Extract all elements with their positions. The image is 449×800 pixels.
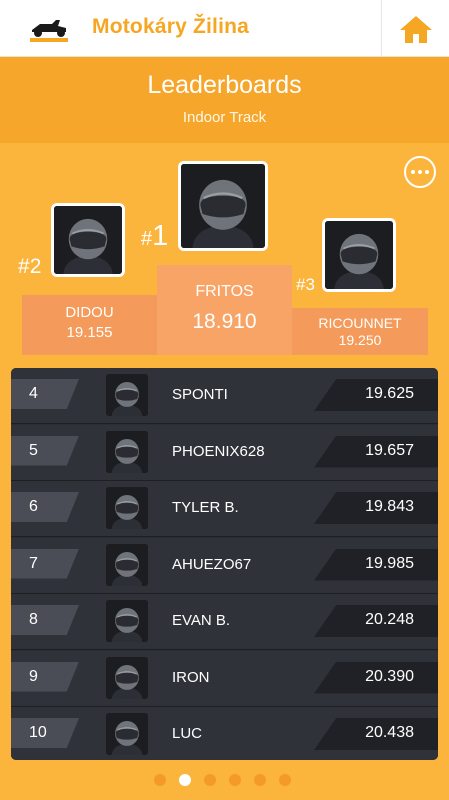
- row-rank: 6: [29, 498, 38, 515]
- row-avatar[interactable]: [106, 600, 148, 642]
- podium-block-1: FRITOS 18.910: [157, 265, 292, 355]
- helmet-avatar-icon: [106, 656, 148, 699]
- row-avatar[interactable]: [106, 713, 148, 755]
- rank-number: 2: [29, 255, 42, 278]
- table-row[interactable]: 7 AHUEZO67 19.985: [11, 537, 438, 594]
- rank-tag: [11, 379, 79, 409]
- rank-tag: [11, 661, 79, 692]
- rank-hash: #: [18, 255, 30, 278]
- row-driver-name: LUC: [172, 725, 203, 742]
- row-lap-time: 19.657: [365, 441, 414, 459]
- row-rank: 7: [29, 554, 38, 572]
- page-dot[interactable]: [154, 774, 166, 786]
- table-row[interactable]: 6 TYLER B. 19.843: [11, 481, 438, 537]
- podium-name-2: DIDOU: [65, 304, 114, 321]
- podium-name-1: FRITOS: [195, 283, 254, 300]
- more-dot: [425, 170, 429, 174]
- row-avatar[interactable]: [106, 543, 148, 586]
- page-title: Leaderboards: [147, 71, 302, 99]
- row-avatar[interactable]: [106, 374, 148, 416]
- row-lap-time: 20.438: [365, 724, 414, 741]
- helmet-avatar-icon: [106, 487, 148, 529]
- page-dot[interactable]: [229, 774, 241, 786]
- podium-time-3: 19.250: [338, 332, 382, 348]
- podium-rank-2: #2: [18, 255, 41, 279]
- rank-hash: #: [141, 228, 153, 250]
- row-avatar[interactable]: [106, 430, 148, 473]
- table-row[interactable]: 9 IRON 20.390: [11, 650, 438, 707]
- top-bar: Motokáry Žilina: [0, 0, 449, 57]
- podium-time-1: 18.910: [192, 310, 257, 333]
- more-dot: [418, 170, 422, 174]
- rank-tag: [11, 435, 79, 466]
- row-driver-name: PHOENIX628: [172, 442, 265, 460]
- row-driver-name: TYLER B.: [172, 499, 239, 516]
- podium-rank-1: #1: [141, 220, 168, 253]
- row-rank: 5: [29, 441, 38, 459]
- podium-block-2: DIDOU 19.155: [22, 295, 157, 355]
- track-subtitle: Indoor Track: [182, 109, 267, 126]
- podium-block-3: RICOUNNET 19.250: [292, 308, 428, 355]
- page-dot[interactable]: [179, 774, 191, 786]
- podium-time-2: 19.155: [66, 324, 113, 341]
- row-lap-time: 20.248: [365, 611, 414, 628]
- row-rank: 8: [29, 611, 38, 628]
- helmet-avatar-icon: [106, 543, 148, 586]
- row-rank: 4: [29, 385, 38, 402]
- helmet-avatar-icon: [106, 600, 148, 642]
- rank-number: 1: [152, 220, 169, 252]
- page-dot[interactable]: [254, 774, 266, 786]
- page-dot[interactable]: [204, 774, 216, 786]
- helmet-avatar-icon: [54, 206, 122, 274]
- page-header: Leaderboards Indoor Track: [0, 57, 449, 143]
- rank-tag: [11, 605, 79, 635]
- leaderboard-table[interactable]: 4 SPONTI 19.625 5 PHOENIX628 19.657 6 TYLER B. 1…: [11, 368, 438, 760]
- home-button[interactable]: [381, 0, 449, 57]
- row-driver-name: EVAN B.: [172, 612, 231, 629]
- row-driver-name: SPONTI: [172, 386, 228, 403]
- more-options-icon: [411, 170, 415, 174]
- page-indicator: [154, 774, 291, 786]
- table-row[interactable]: 10 LUC 20.438: [11, 707, 438, 760]
- table-row[interactable]: 4 SPONTI 19.625: [11, 368, 438, 424]
- row-rank: 9: [29, 667, 38, 685]
- more-options-button[interactable]: [404, 156, 436, 188]
- helmet-avatar-icon: [106, 713, 148, 755]
- podium-name-3: RICOUNNET: [318, 315, 402, 331]
- page-dot[interactable]: [279, 774, 291, 786]
- table-row[interactable]: 5 PHOENIX628 19.657: [11, 424, 438, 481]
- podium-rank-3: #3: [296, 275, 315, 295]
- app-logo[interactable]: [26, 12, 72, 44]
- helmet-avatar-icon: [106, 430, 148, 473]
- podium-avatar-3[interactable]: [322, 218, 396, 292]
- row-driver-name: AHUEZO67: [172, 555, 252, 573]
- home-icon: [399, 15, 432, 43]
- podium-avatar-1[interactable]: [178, 161, 268, 251]
- row-rank: 10: [29, 724, 47, 741]
- row-driver-name: IRON: [172, 668, 210, 686]
- row-avatar[interactable]: [106, 487, 148, 529]
- rank-tag: [11, 492, 79, 522]
- row-lap-time: 19.843: [365, 498, 414, 515]
- kart-logo-icon: [30, 20, 68, 42]
- table-row[interactable]: 8 EVAN B. 20.248: [11, 594, 438, 650]
- helmet-avatar-icon: [181, 164, 265, 248]
- row-avatar[interactable]: [106, 656, 148, 699]
- helmet-avatar-icon: [325, 221, 393, 289]
- rank-tag: [11, 548, 79, 579]
- helmet-avatar-icon: [106, 374, 148, 416]
- row-lap-time: 20.390: [365, 667, 414, 685]
- podium-avatar-2[interactable]: [51, 203, 125, 277]
- rank-number: 3: [305, 275, 315, 294]
- app-title: Motokáry Žilina: [92, 15, 250, 38]
- row-lap-time: 19.625: [365, 385, 414, 402]
- row-lap-time: 19.985: [365, 554, 414, 572]
